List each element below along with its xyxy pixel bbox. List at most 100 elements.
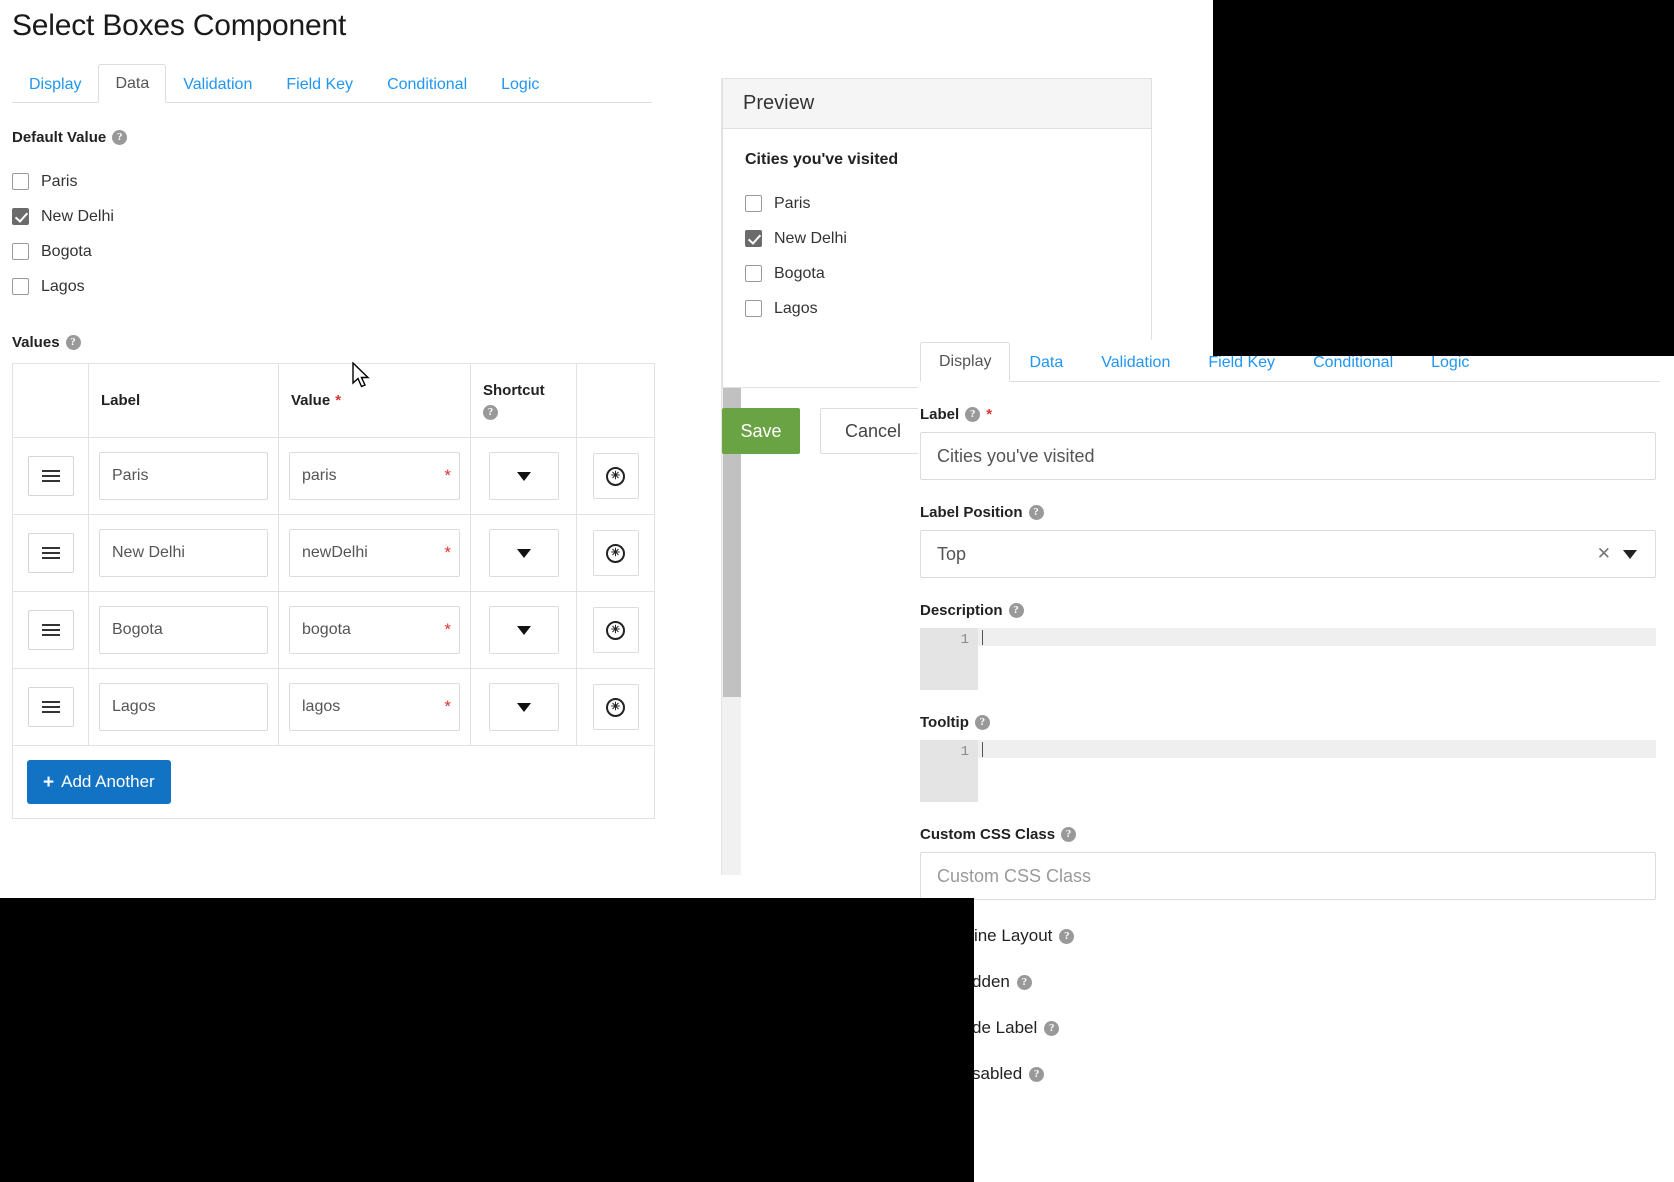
tab-display[interactable]: Display: [12, 65, 98, 103]
question-mark-icon[interactable]: ?: [65, 335, 81, 350]
close-x-icon[interactable]: ✕: [1589, 544, 1619, 564]
preview-option-bogota[interactable]: Bogota: [745, 256, 1151, 291]
shortcut-select[interactable]: [488, 529, 559, 577]
remove-row-button[interactable]: ✳: [592, 530, 639, 576]
label-field-label: Label ? *: [920, 406, 1656, 423]
toggle-inline-layout[interactable]: Inline Layout ?: [926, 926, 1674, 946]
cell-value: *: [278, 668, 471, 746]
shortcut-select[interactable]: [488, 452, 559, 500]
value-key-input[interactable]: [289, 529, 460, 577]
preview-option-lagos[interactable]: Lagos: [745, 291, 1151, 326]
question-mark-icon[interactable]: ?: [1008, 603, 1024, 618]
required-marker: *: [335, 392, 342, 409]
remove-row-button[interactable]: ✳: [592, 684, 639, 730]
question-mark-icon[interactable]: ?: [483, 404, 498, 420]
default-value-option-new-delhi[interactable]: New Delhi: [12, 199, 710, 234]
question-mark-icon[interactable]: ?: [1061, 827, 1077, 842]
question-mark-icon[interactable]: ?: [1016, 974, 1032, 990]
toggle-hidden[interactable]: Hidden ?: [926, 972, 1674, 992]
occluded-region-top-right: [1213, 0, 1674, 356]
value-key-input[interactable]: [289, 452, 460, 500]
shortcut-select[interactable]: [488, 606, 559, 654]
description-group: Description ? 1: [920, 602, 1656, 690]
text-caret: [982, 630, 983, 645]
question-mark-icon[interactable]: ?: [112, 130, 128, 145]
preview-checkbox-paris[interactable]: [745, 195, 762, 212]
component-settings-panel: Display Data Validation Field Key Condit…: [918, 340, 1674, 1182]
page-title: Select Boxes Component: [12, 9, 347, 42]
left-tab-bar: Display Data Validation Field Key Condit…: [12, 63, 652, 103]
drag-handle-icon[interactable]: [27, 533, 74, 573]
default-value-option-bogota[interactable]: Bogota: [12, 234, 710, 269]
preview-checkbox-lagos[interactable]: [745, 300, 762, 317]
label-position-select[interactable]: Top ✕: [920, 530, 1656, 578]
default-value-heading: Default Value ?: [12, 129, 710, 146]
checkbox-lagos[interactable]: [12, 278, 29, 295]
question-mark-icon[interactable]: ?: [1059, 928, 1075, 944]
question-mark-icon[interactable]: ?: [1028, 505, 1044, 520]
custom-css-class-group: Custom CSS Class ?: [920, 826, 1656, 900]
drag-handle-icon[interactable]: [27, 456, 74, 496]
value-key-input[interactable]: [289, 683, 460, 731]
tab-logic[interactable]: Logic: [484, 65, 556, 103]
preview-checkbox-bogota[interactable]: [745, 265, 762, 282]
cell-shortcut: [470, 668, 577, 746]
preview-option-new-delhi[interactable]: New Delhi: [745, 221, 1151, 256]
custom-css-class-input[interactable]: [920, 852, 1656, 900]
drag-handle-icon[interactable]: [27, 610, 74, 650]
remove-row-button[interactable]: ✳: [592, 607, 639, 653]
tooltip-editor-body[interactable]: [978, 758, 1656, 802]
cell-delete: ✳: [576, 514, 655, 592]
column-header-text: Shortcut: [483, 381, 545, 399]
value-label-input[interactable]: [99, 529, 268, 577]
label-input[interactable]: [920, 432, 1656, 480]
remove-circle-icon: ✳: [606, 543, 625, 563]
table-row: * ✳: [12, 591, 655, 669]
values-table: Label Value * Shortcut ? Paris paris * ✳…: [12, 363, 655, 819]
preview-checkbox-new-delhi[interactable]: [745, 230, 762, 247]
tooltip-code-line[interactable]: [978, 740, 1656, 758]
question-mark-icon[interactable]: ?: [974, 715, 990, 730]
checkbox-new-delhi[interactable]: [12, 208, 29, 225]
remove-circle-icon: ✳: [606, 466, 625, 486]
tooltip-code-editor[interactable]: 1: [920, 740, 1656, 802]
remove-circle-icon: ✳: [606, 697, 625, 717]
chevron-down-icon: [516, 702, 531, 712]
description-code-line[interactable]: [978, 628, 1656, 646]
label-position-value: Top: [937, 543, 967, 564]
toggle-hide-label[interactable]: Hide Label ?: [926, 1018, 1674, 1038]
question-mark-icon[interactable]: ?: [1029, 1066, 1045, 1082]
shortcut-select[interactable]: [488, 683, 559, 731]
chevron-down-icon: [516, 625, 531, 635]
remove-row-button[interactable]: ✳: [592, 453, 639, 499]
settings-tab-display[interactable]: Display: [920, 342, 1011, 382]
question-mark-icon[interactable]: ?: [1044, 1020, 1060, 1036]
description-code-editor[interactable]: 1: [920, 628, 1656, 690]
value-label-input[interactable]: [99, 606, 268, 654]
settings-tab-data[interactable]: Data: [1010, 343, 1082, 382]
checkbox-paris[interactable]: [12, 173, 29, 190]
tab-field-key[interactable]: Field Key: [269, 65, 370, 103]
add-another-button[interactable]: + Add Another: [27, 760, 171, 804]
value-label-input[interactable]: [99, 683, 268, 731]
tab-conditional[interactable]: Conditional: [370, 65, 484, 103]
default-value-option-lagos[interactable]: Lagos: [12, 269, 710, 304]
drag-handle-icon[interactable]: [27, 687, 74, 727]
save-button[interactable]: Save: [722, 408, 800, 454]
checkbox-bogota[interactable]: [12, 243, 29, 260]
description-editor-body[interactable]: [978, 646, 1656, 690]
value-key-input[interactable]: [289, 606, 460, 654]
question-mark-icon[interactable]: ?: [965, 407, 981, 422]
settings-tab-validation[interactable]: Validation: [1082, 343, 1189, 382]
default-value-option-label: Lagos: [41, 277, 85, 295]
cell-drag: [12, 514, 89, 592]
value-label-input[interactable]: [99, 452, 268, 500]
tab-data[interactable]: Data: [98, 63, 167, 103]
tab-validation[interactable]: Validation: [166, 65, 269, 103]
toggle-disabled[interactable]: Disabled ?: [926, 1064, 1674, 1084]
chevron-down-icon[interactable]: [1619, 549, 1655, 559]
label-text: Custom CSS Class: [920, 826, 1056, 843]
default-value-option-paris[interactable]: Paris: [12, 164, 710, 199]
cell-label: [88, 514, 279, 592]
preview-option-paris[interactable]: Paris: [745, 186, 1151, 221]
